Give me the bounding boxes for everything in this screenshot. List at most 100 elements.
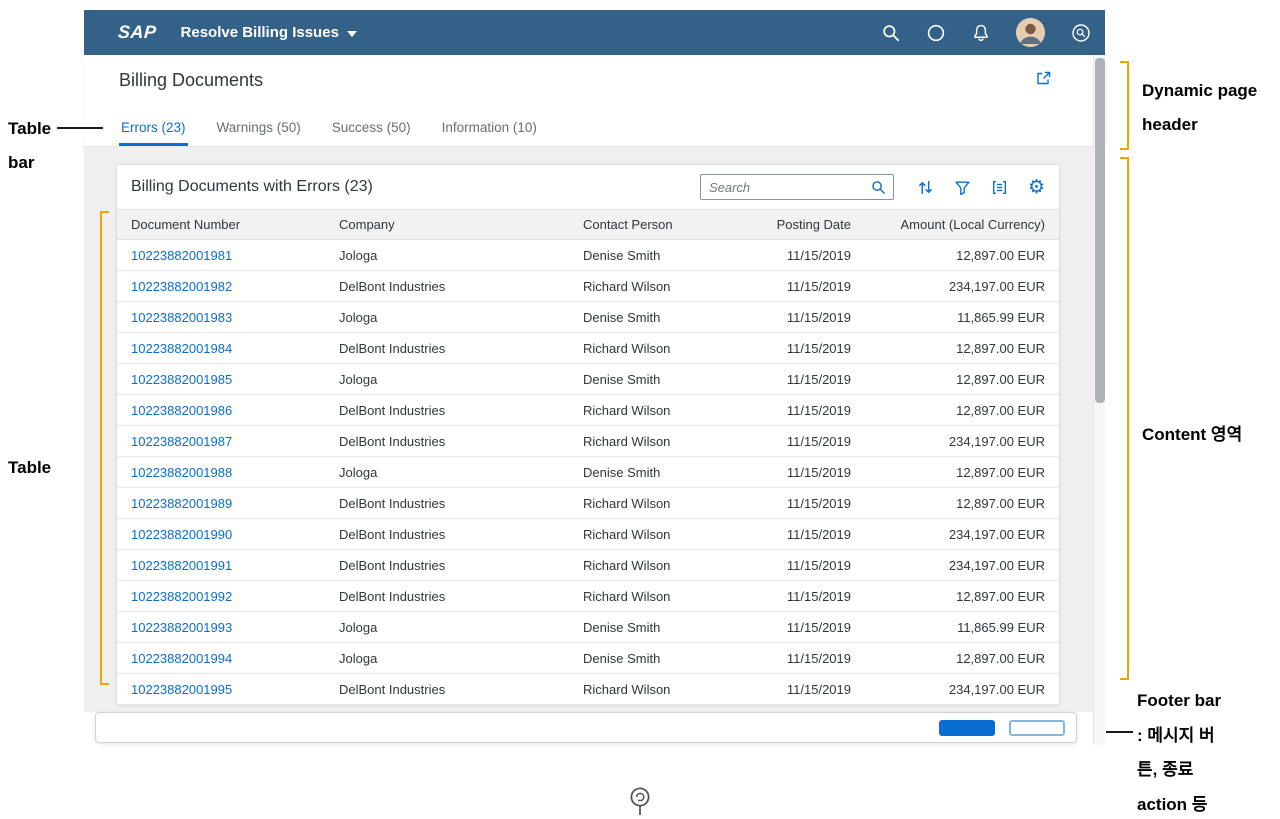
search-field[interactable] — [699, 174, 894, 200]
document-number-cell: 10223882001994 — [117, 642, 325, 674]
search-icon[interactable] — [871, 180, 886, 195]
table-row: 10223882001993 Jologa Denise Smith 11/15/20… — [117, 611, 1059, 643]
document-number-link[interactable]: 10223882001990 — [131, 527, 232, 542]
document-number-link[interactable]: 10223882001984 — [131, 341, 232, 356]
company-cell: DelBont Industries — [325, 270, 569, 302]
document-number-link[interactable]: 10223882001987 — [131, 434, 232, 449]
document-number-link[interactable]: 10223882001992 — [131, 589, 232, 604]
document-number-cell: 10223882001983 — [117, 301, 325, 333]
amount-cell: 12,897.00 EUR — [865, 332, 1059, 364]
company-cell: Jologa — [325, 611, 569, 643]
contact-person-cell: Denise Smith — [569, 239, 745, 271]
document-number-link[interactable]: 10223882001989 — [131, 496, 232, 511]
dynamic-page-header: Billing Documents Errors (23) Warnings (… — [84, 55, 1105, 147]
amount-cell: 12,897.00 EUR — [865, 642, 1059, 674]
company-cell: DelBont Industries — [325, 394, 569, 426]
column-header-document-number: Document Number — [117, 209, 325, 240]
table-row: 10223882001988 Jologa Denise Smith 11/15/20… — [117, 456, 1059, 488]
shell-bar: SAP Resolve Billing Issues — [84, 10, 1105, 55]
document-number-link[interactable]: 10223882001981 — [131, 248, 232, 263]
posting-date-cell: 11/15/2019 — [745, 549, 865, 581]
document-number-cell: 10223882001982 — [117, 270, 325, 302]
search-circle-icon[interactable] — [1071, 23, 1091, 43]
amount-cell: 234,197.00 EUR — [865, 425, 1059, 457]
annotation-footer-bar: Footer bar : 메시지 버 튼, 종료 action 등 — [1137, 691, 1222, 814]
amount-cell: 234,197.00 EUR — [865, 673, 1059, 705]
column-header-contact-person: Contact Person — [569, 209, 745, 240]
notifications-bell-icon[interactable] — [972, 24, 990, 42]
annotation-bracket-table — [100, 211, 109, 685]
footer-primary-button[interactable] — [939, 719, 995, 736]
sap-logo: SAP — [117, 22, 158, 42]
tab-errors[interactable]: Errors (23) — [119, 120, 188, 146]
contact-person-cell: Denise Smith — [569, 611, 745, 643]
company-cell: DelBont Industries — [325, 580, 569, 612]
document-number-link[interactable]: 10223882001982 — [131, 279, 232, 294]
contact-person-cell: Denise Smith — [569, 363, 745, 395]
document-number-link[interactable]: 10223882001985 — [131, 372, 232, 387]
company-cell: DelBont Industries — [325, 332, 569, 364]
table-row: 10223882001989 DelBont Industries Richard … — [117, 487, 1059, 519]
document-number-link[interactable]: 10223882001983 — [131, 310, 232, 325]
annotation-connector-line — [1106, 731, 1133, 733]
filter-button[interactable] — [954, 179, 971, 196]
annotation-content-area: Content 영역 — [1142, 425, 1243, 444]
posting-date-cell: 11/15/2019 — [745, 611, 865, 643]
copilot-icon[interactable] — [926, 23, 946, 43]
tab-success[interactable]: Success (50) — [330, 120, 413, 146]
document-number-link[interactable]: 10223882001988 — [131, 465, 232, 480]
document-number-cell: 10223882001981 — [117, 239, 325, 271]
contact-person-cell: Richard Wilson — [569, 487, 745, 519]
table-row: 10223882001995 DelBont Industries Richard … — [117, 673, 1059, 705]
posting-date-cell: 11/15/2019 — [745, 394, 865, 426]
posting-date-cell: 11/15/2019 — [745, 642, 865, 674]
contact-person-cell: Denise Smith — [569, 301, 745, 333]
search-input[interactable] — [708, 179, 871, 195]
annotation-bracket-dynamic-header — [1120, 61, 1129, 150]
vertical-scrollbar[interactable] — [1093, 55, 1105, 745]
table-toolbar: Billing Documents with Errors (23) Searc… — [117, 165, 1059, 209]
company-cell: DelBont Industries — [325, 487, 569, 519]
group-button[interactable] — [991, 179, 1008, 196]
company-cell: Jologa — [325, 239, 569, 271]
table-row: 10223882001990 DelBont Industries Richard … — [117, 518, 1059, 550]
column-header-amount: Amount (Local Currency) — [865, 209, 1059, 240]
posting-date-cell: 11/15/2019 — [745, 363, 865, 395]
table-row: 10223882001984 DelBont Industries Richard … — [117, 332, 1059, 364]
annotation-connector-line — [57, 127, 103, 129]
document-number-cell: 10223882001985 — [117, 363, 325, 395]
amount-cell: 12,897.00 EUR — [865, 487, 1059, 519]
content-area: Billing Documents with Errors (23) Searc… — [84, 147, 1093, 712]
document-number-link[interactable]: 10223882001995 — [131, 682, 232, 697]
company-cell: Jologa — [325, 456, 569, 488]
document-number-link[interactable]: 10223882001993 — [131, 620, 232, 635]
contact-person-cell: Richard Wilson — [569, 673, 745, 705]
scrollbar-thumb[interactable] — [1095, 58, 1105, 403]
share-icon[interactable] — [1034, 70, 1052, 88]
icon-tab-bar: Errors (23) Warnings (50) Success (50) I… — [119, 120, 539, 146]
tab-warnings[interactable]: Warnings (50) — [215, 120, 303, 146]
amount-cell: 12,897.00 EUR — [865, 580, 1059, 612]
app-title-menu[interactable]: Resolve Billing Issues — [181, 24, 357, 41]
document-number-link[interactable]: 10223882001994 — [131, 651, 232, 666]
footer-secondary-button[interactable] — [1009, 719, 1065, 736]
settings-gear-icon[interactable]: ⚙ — [1028, 177, 1045, 196]
table-header-row: Document Number Company Contact Person P… — [117, 209, 1059, 240]
tab-information[interactable]: Information (10) — [440, 120, 539, 146]
annotation-dynamic-page-header: Dynamic page header — [1142, 81, 1258, 134]
table-title: Billing Documents with Errors (23) — [131, 178, 373, 195]
search-icon[interactable] — [882, 24, 900, 42]
user-avatar[interactable] — [1016, 18, 1045, 47]
amount-cell: 234,197.00 EUR — [865, 549, 1059, 581]
footer-bar — [95, 712, 1077, 743]
sort-button[interactable] — [917, 179, 934, 196]
document-number-link[interactable]: 10223882001986 — [131, 403, 232, 418]
column-header-posting-date: Posting Date — [745, 209, 865, 240]
amount-cell: 12,897.00 EUR — [865, 363, 1059, 395]
contact-person-cell: Richard Wilson — [569, 580, 745, 612]
posting-date-cell: 11/15/2019 — [745, 487, 865, 519]
document-number-link[interactable]: 10223882001991 — [131, 558, 232, 573]
document-number-cell: 10223882001989 — [117, 487, 325, 519]
company-cell: DelBont Industries — [325, 673, 569, 705]
contact-person-cell: Richard Wilson — [569, 518, 745, 550]
